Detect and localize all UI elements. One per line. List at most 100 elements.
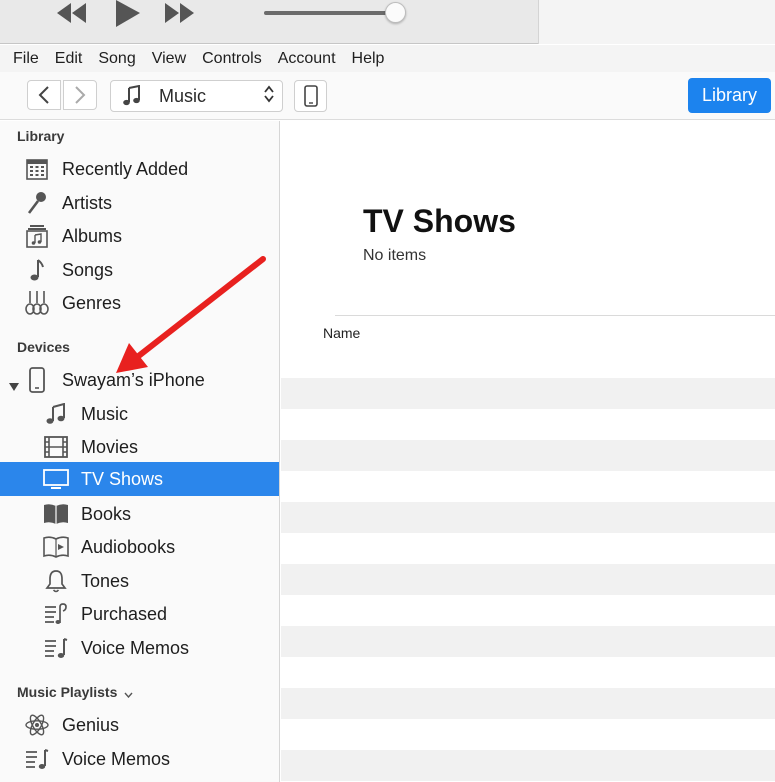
table-row	[281, 502, 775, 533]
chevron-down-icon	[124, 685, 133, 701]
sidebar-item-device-tones[interactable]: Tones	[0, 564, 279, 598]
sidebar-item-label: TV Shows	[81, 468, 164, 489]
music-playlists-section-header[interactable]: Music Playlists	[17, 684, 133, 701]
guitars-icon	[24, 290, 50, 316]
music-note-icon	[121, 85, 143, 107]
sidebar-item-label: Recently Added	[62, 158, 189, 179]
item-count: No items	[363, 247, 427, 264]
menu-account[interactable]: Account	[278, 50, 336, 68]
menu-view[interactable]: View	[152, 50, 186, 68]
sidebar-item-label: Songs	[62, 259, 114, 280]
sidebar-item-label: Books	[81, 503, 132, 524]
media-kind-select[interactable]: Music	[110, 80, 283, 112]
iphone-icon	[24, 367, 50, 393]
iphone-icon	[303, 85, 318, 107]
sidebar-item-playlist-voice-memos[interactable]: Voice Memos	[0, 742, 279, 776]
bell-icon	[43, 568, 69, 594]
sidebar-item-artists[interactable]: Artists	[0, 186, 279, 220]
sidebar: Library Recently Added Artists Albums So…	[0, 121, 280, 782]
content-pane: TV Shows No items Name	[281, 121, 775, 782]
menu-song[interactable]: Song	[98, 50, 135, 68]
rewind-icon	[57, 3, 86, 23]
sidebar-item-device-music[interactable]: Music	[0, 397, 279, 431]
sidebar-item-device-books[interactable]: Books	[0, 497, 279, 531]
devices-section-header: Devices	[17, 339, 70, 355]
volume-slider-knob[interactable]	[385, 2, 406, 23]
sidebar-item-device-movies[interactable]: Movies	[0, 430, 279, 464]
sidebar-item-label: Movies	[81, 436, 139, 457]
voice-memo-list-icon	[43, 635, 69, 661]
purchased-list-icon	[43, 601, 69, 627]
sidebar-item-device[interactable]: Swayam’s iPhone	[0, 363, 279, 397]
menu-file[interactable]: File	[13, 50, 39, 68]
back-button[interactable]	[27, 80, 61, 110]
sidebar-item-label: Genius	[62, 714, 120, 735]
fast-forward-button[interactable]	[163, 0, 197, 26]
music-note-icon	[24, 257, 50, 283]
empty-table-rows	[281, 347, 775, 781]
chevron-right-icon	[75, 86, 86, 104]
table-row	[281, 750, 775, 781]
sidebar-item-songs[interactable]: Songs	[0, 253, 279, 287]
sidebar-item-label: Audiobooks	[81, 536, 176, 557]
sidebar-item-genius[interactable]: Genius	[0, 708, 279, 742]
audiobook-icon	[43, 534, 69, 560]
table-row	[281, 378, 775, 409]
tv-icon	[43, 466, 69, 492]
volume-slider-track[interactable]	[264, 11, 394, 15]
menu-controls[interactable]: Controls	[202, 50, 262, 68]
book-icon	[43, 501, 69, 527]
sidebar-item-device-purchased[interactable]: Purchased	[0, 597, 279, 631]
media-kind-label: Music	[159, 85, 207, 106]
play-button[interactable]	[111, 0, 143, 28]
sidebar-item-device-voice-memos[interactable]: Voice Memos	[0, 631, 279, 665]
player-bar	[0, 0, 775, 44]
fast-forward-icon	[165, 3, 194, 23]
table-row	[281, 626, 775, 657]
sidebar-item-label: Voice Memos	[62, 748, 171, 769]
film-strip-icon	[43, 434, 69, 460]
chevron-left-icon	[38, 86, 49, 104]
disclosure-triangle-icon[interactable]	[9, 376, 19, 395]
page-title: TV Shows	[363, 203, 516, 239]
device-button[interactable]	[294, 80, 327, 112]
table-row	[281, 533, 775, 564]
atom-icon	[24, 712, 50, 738]
sidebar-item-device-audiobooks[interactable]: Audiobooks	[0, 530, 279, 564]
voice-memo-list-icon	[24, 746, 50, 772]
toolbar: Music Library	[0, 72, 775, 120]
sidebar-item-label: Purchased	[81, 603, 168, 624]
table-row	[281, 471, 775, 502]
music-note-icon	[43, 401, 69, 427]
sidebar-item-albums[interactable]: Albums	[0, 219, 279, 253]
table-row	[281, 409, 775, 440]
music-playlists-header-label: Music Playlists	[17, 684, 118, 700]
sidebar-item-label: Music	[81, 403, 129, 424]
calendar-grid-icon	[24, 156, 50, 182]
column-header-name[interactable]: Name	[323, 325, 360, 341]
library-button[interactable]: Library	[688, 78, 771, 113]
table-row	[281, 440, 775, 471]
sidebar-item-label: Albums	[62, 225, 123, 246]
sidebar-item-label: Genres	[62, 292, 122, 313]
table-row	[281, 688, 775, 719]
menu-help[interactable]: Help	[352, 50, 385, 68]
play-icon	[116, 0, 140, 27]
menu-edit[interactable]: Edit	[55, 50, 83, 68]
menu-bar: File Edit Song View Controls Account Hel…	[0, 45, 775, 72]
sidebar-item-device-tv-shows[interactable]: TV Shows	[0, 462, 279, 496]
up-down-chevron-icon	[263, 84, 275, 108]
sidebar-item-label: Tones	[81, 570, 130, 591]
sidebar-item-recently-added[interactable]: Recently Added	[0, 152, 279, 186]
table-row	[281, 595, 775, 626]
device-name: Swayam’s iPhone	[62, 369, 205, 390]
header-divider	[335, 315, 775, 316]
rewind-button[interactable]	[54, 0, 88, 26]
table-row	[281, 564, 775, 595]
table-row	[281, 347, 775, 378]
forward-button[interactable]	[63, 80, 97, 110]
sidebar-item-label: Voice Memos	[81, 637, 190, 658]
microphone-icon	[24, 190, 50, 216]
table-row	[281, 657, 775, 688]
sidebar-item-genres[interactable]: Genres	[0, 286, 279, 320]
